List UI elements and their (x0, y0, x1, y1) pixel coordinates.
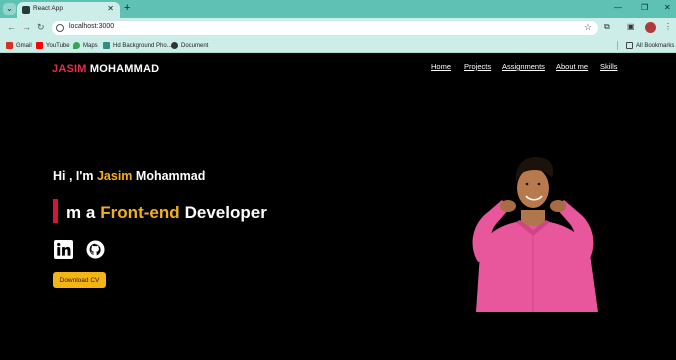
bookmarks-bar: Gmail YouTube Maps Hd Background Pho... … (0, 38, 676, 53)
close-window-icon[interactable]: ✕ (664, 3, 671, 12)
browser-toolbar: ← → ↻ localhost:3000 ☆ ⧉ ▣ ⋮ (0, 18, 676, 38)
restore-icon[interactable]: ❐ (641, 3, 648, 12)
bookmark-label: Document (181, 42, 209, 49)
nav-assignments[interactable]: Assignments (502, 62, 545, 71)
linkedin-icon[interactable] (54, 240, 73, 259)
new-tab-button[interactable]: + (124, 2, 130, 15)
favicon-icon (22, 6, 30, 14)
folder-icon (626, 42, 633, 49)
profile-photo (472, 156, 598, 312)
globe-icon (171, 42, 178, 49)
gmail-icon (6, 42, 13, 49)
menu-icon[interactable]: ⋮ (664, 22, 672, 31)
maps-icon (73, 42, 80, 49)
nav-projects[interactable]: Projects (464, 62, 491, 71)
nav-about-me[interactable]: About me (556, 62, 588, 71)
typing-cursor (53, 199, 58, 223)
bookmark-youtube[interactable]: YouTube (36, 40, 70, 51)
nav-skills[interactable]: Skills (600, 62, 618, 71)
bookmark-label: Gmail (16, 42, 32, 49)
page-viewport: JASIM MOHAMMAD Home Projects Assignments… (0, 54, 676, 360)
bookmark-gmail[interactable]: Gmail (6, 40, 32, 51)
minimize-icon[interactable]: — (614, 3, 622, 12)
logo-first-name: JASIM (52, 63, 87, 75)
all-bookmarks-label: All Bookmarks (636, 42, 675, 49)
greeting-prefix: Hi , I'm (53, 169, 94, 183)
logo-last-name: MOHAMMAD (89, 63, 160, 75)
github-icon[interactable] (86, 240, 105, 259)
download-cv-button[interactable]: Download CV (53, 272, 106, 288)
hero-greeting: Hi , I'm Jasim Mohammad (53, 169, 205, 183)
tab-react-app[interactable]: React App ✕ (17, 2, 120, 18)
url-text: localhost:3000 (69, 23, 115, 30)
bookmark-label: Hd Background Pho... (113, 42, 172, 49)
youtube-icon (36, 42, 43, 49)
close-tab-icon[interactable]: ✕ (107, 4, 114, 13)
side-panel-icon[interactable]: ▣ (627, 22, 635, 31)
tab-title: React App (33, 5, 63, 12)
reload-icon[interactable]: ↻ (37, 22, 45, 33)
page-icon (103, 42, 110, 49)
bookmark-star-icon[interactable]: ☆ (584, 22, 592, 33)
role-highlight: Front-end (100, 203, 180, 222)
extensions-icon[interactable]: ⧉ (604, 22, 610, 32)
address-bar[interactable]: localhost:3000 ☆ (52, 21, 598, 35)
bookmark-label: Maps (83, 42, 98, 49)
all-bookmarks[interactable]: All Bookmarks (626, 40, 674, 51)
bookmark-maps[interactable]: Maps (73, 40, 98, 51)
bookmark-document[interactable]: Document (171, 40, 208, 51)
bookmark-hd-background[interactable]: Hd Background Pho... (103, 40, 172, 51)
profile-avatar[interactable] (645, 22, 656, 33)
role-prefix: m a (66, 203, 96, 222)
tab-strip: ⌄ React App ✕ + — ❐ ✕ (0, 0, 676, 18)
greeting-surname: Mohammad (135, 169, 206, 183)
bookmark-label: YouTube (46, 42, 70, 49)
bookmarks-divider (617, 41, 618, 50)
nav-home[interactable]: Home (431, 62, 451, 71)
site-info-icon[interactable] (56, 24, 64, 32)
hero-role: m a Front-end Developer (53, 197, 267, 223)
forward-icon[interactable]: → (22, 22, 31, 32)
greeting-name: Jasim (96, 169, 133, 183)
back-icon[interactable]: ← (7, 22, 16, 32)
site-logo[interactable]: JASIM MOHAMMAD (52, 63, 159, 75)
tab-search-button[interactable]: ⌄ (3, 3, 16, 15)
role-suffix: Developer (184, 203, 267, 222)
